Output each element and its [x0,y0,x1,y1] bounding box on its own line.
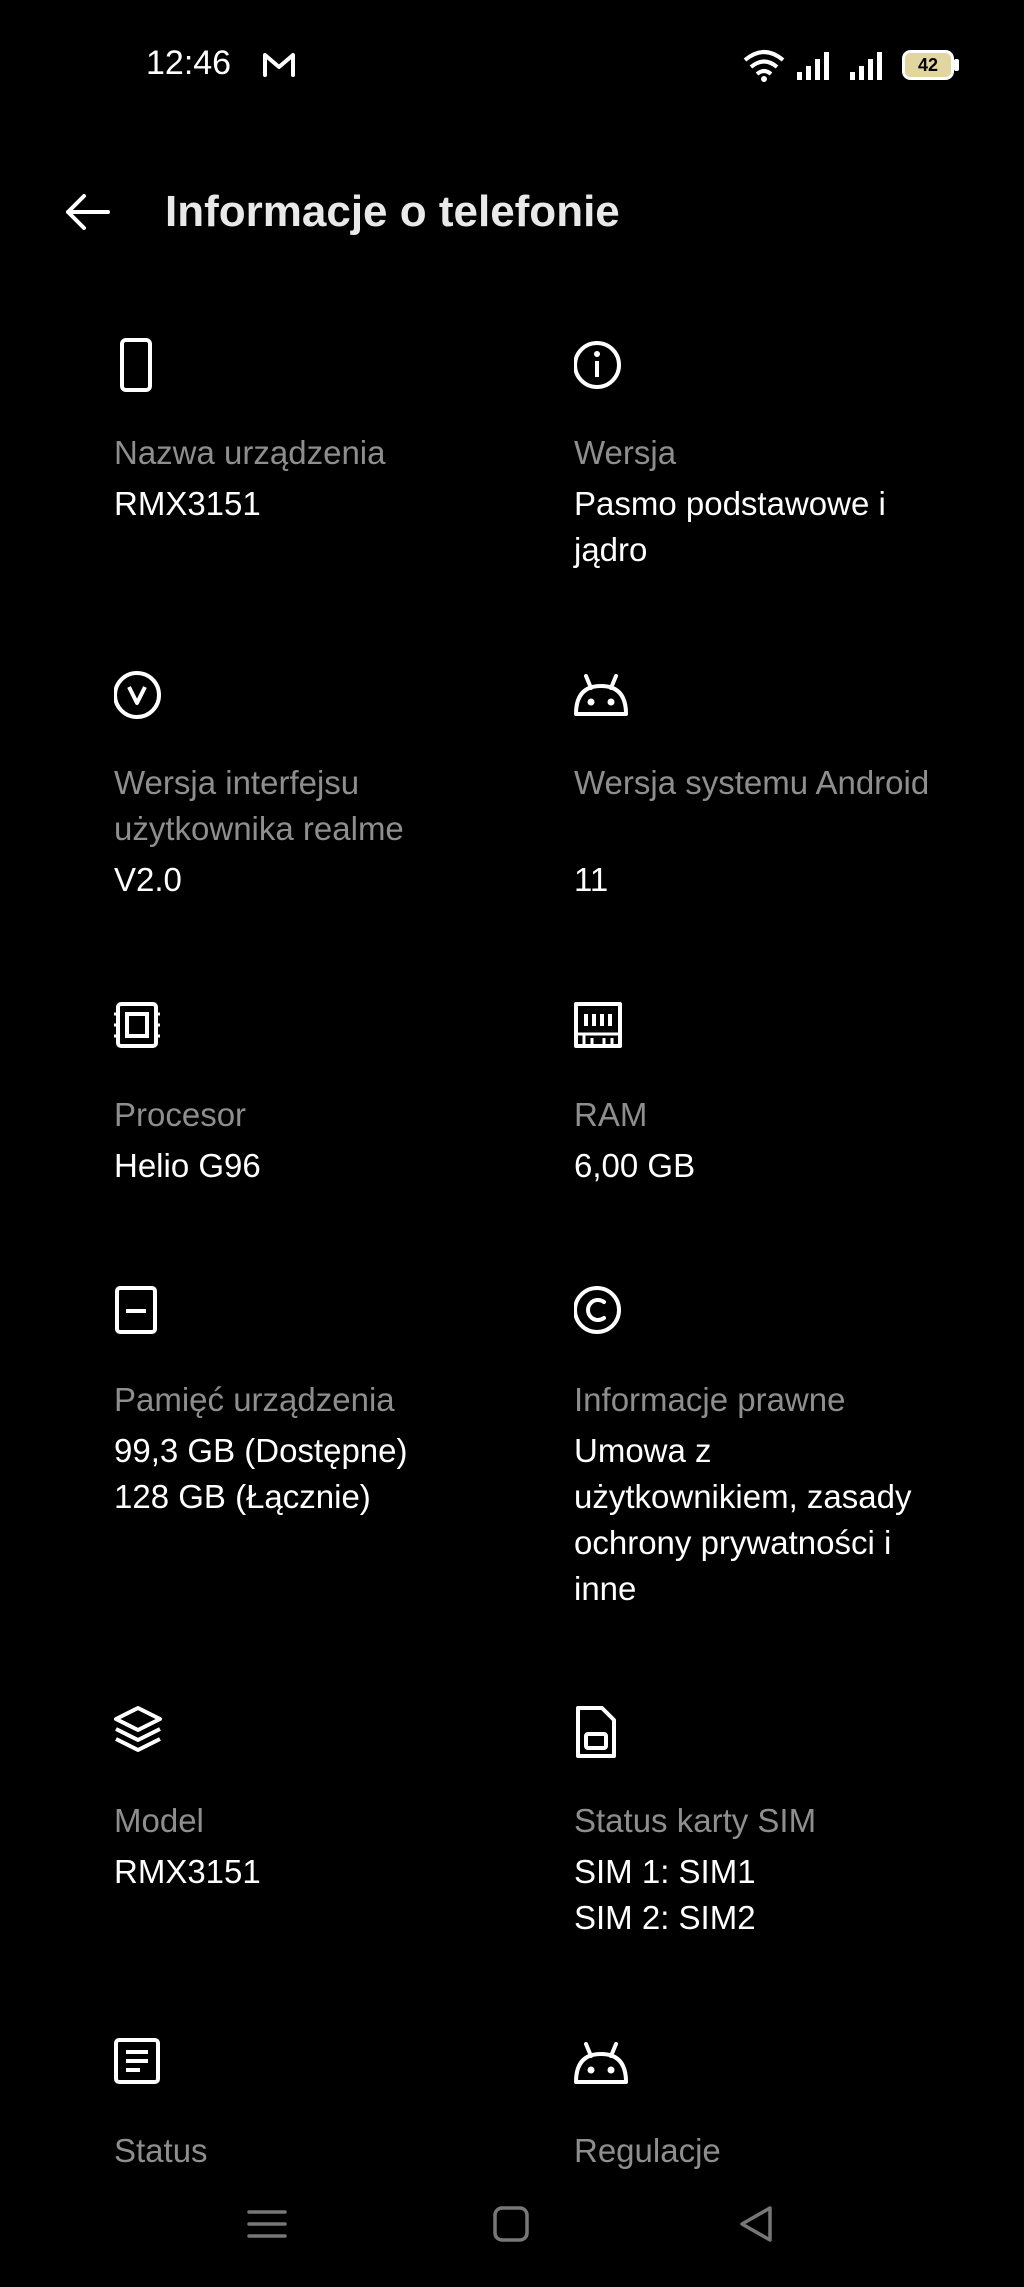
battery-level: 42 [917,55,939,75]
item-label: Procesor [114,1096,247,1133]
item-value: Helio G96 [114,1147,261,1184]
home-icon[interactable] [487,2200,535,2248]
item-label: Status [114,2132,208,2169]
item-label: Nazwa urządzenia [114,434,386,471]
document-icon [114,2038,160,2084]
arrow-left-icon[interactable] [58,182,118,242]
item-value: V2.0 [114,861,182,898]
item-label: Informacje prawne [574,1381,846,1418]
back-triangle-icon[interactable] [732,2200,780,2248]
item-value: 99,3 GB (Dostępne) 128 GB (Łącznie) [114,1432,408,1515]
info-icon [574,341,621,389]
item-value: RMX3151 [114,485,261,522]
item-label: Status karty SIM [574,1802,817,1839]
status-time: 12:46 [146,44,232,82]
ram-icon [574,1002,622,1048]
copyright-icon [574,1286,621,1334]
sim-card-icon [576,1706,616,1758]
gmail-icon [263,53,295,77]
item-label: RAM [574,1096,648,1133]
android-icon [574,674,628,716]
item-label: Wersja systemu Android [574,764,930,801]
item-value: Umowa z użytkownikiem, zasady ochrony pr… [574,1432,912,1607]
item-value: 11 [574,861,609,898]
signal-strength-icon [797,52,829,80]
navigation-bar [0,2180,1024,2270]
menu-icon[interactable] [243,2200,291,2248]
battery-indicator: 42 [902,50,960,80]
item-value: SIM 1: SIM1 SIM 2: SIM2 [574,1853,756,1936]
page-title: Informacje o telefonie [165,187,620,236]
item-label: Wersja [574,434,677,471]
storage-icon [115,1286,157,1334]
item-value: 6,00 GB [574,1147,696,1184]
app-bar: Informacje o telefonie [0,160,1024,260]
item-label: Model [114,1802,204,1839]
chip-icon [114,1002,160,1048]
realme-ui-icon [114,671,161,719]
item-label: Regulacje [574,2132,721,2169]
phone-icon [120,338,152,392]
android-icon [574,2042,628,2084]
layers-icon [114,1706,162,1752]
item-value: Pasmo podstawowe i jądro [574,485,886,568]
item-value: RMX3151 [114,1853,261,1890]
wifi-icon [743,50,785,82]
item-label: Wersja interfejsu użytkownika realme [114,764,404,847]
signal-strength-icon [850,52,882,80]
status-bar: 12:46 42 [0,0,1024,130]
item-label: Pamięć urządzenia [114,1381,395,1418]
